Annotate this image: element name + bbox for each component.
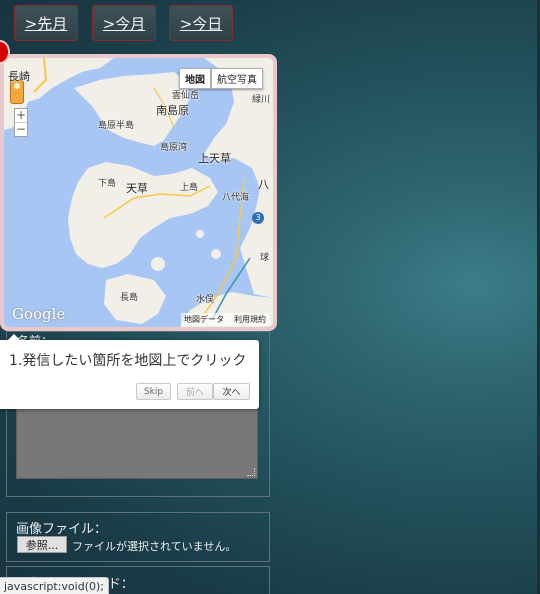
place-label: 緑川 xyxy=(252,95,271,105)
tour-message: 1.発信したい箇所を地図上でクリック xyxy=(9,353,247,369)
place-label: 下島 xyxy=(98,179,117,189)
map-canvas[interactable]: 地図 航空写真 + − 長崎 雲仙岳 南島原 島原半島 島原湾 上天草 緑川 下… xyxy=(4,58,273,327)
place-label: 雲仙岳 xyxy=(172,91,200,101)
file-status-text: ファイルが選択されていません。 xyxy=(72,540,237,553)
place-label: 長島 xyxy=(120,293,139,303)
place-label: 八代海 xyxy=(222,193,250,203)
tour-skip-button[interactable]: Skip xyxy=(136,383,171,400)
browse-file-button[interactable]: 参照... xyxy=(17,536,67,553)
google-logo[interactable]: Google xyxy=(12,305,65,323)
map-footer: 地図データ 利用規約 xyxy=(181,313,269,326)
place-label: 八 xyxy=(258,178,269,191)
today-button[interactable]: >今日 xyxy=(169,5,233,41)
zoom-out-button[interactable]: − xyxy=(15,122,27,136)
status-bar-url: javascript:void(0); xyxy=(0,577,109,594)
place-label: 上天草 xyxy=(198,152,231,165)
terms-link[interactable]: 利用規約 xyxy=(234,314,266,325)
prev-month-button[interactable]: >先月 xyxy=(14,5,78,41)
route-shield-icon: 3 xyxy=(252,212,264,224)
resize-grip-icon[interactable] xyxy=(247,468,255,476)
map-data-link[interactable]: 地図データ xyxy=(184,314,224,325)
place-label: 水俣 xyxy=(196,295,215,305)
place-label: 島原半島 xyxy=(98,121,135,131)
place-label: 南島原 xyxy=(156,104,189,117)
tour-tooltip: 1.発信したい箇所を地図上でクリック Skip 前へ 次へ xyxy=(0,334,259,409)
place-label: 長崎 xyxy=(8,70,30,83)
image-file-label: 画像ファイル： xyxy=(16,522,108,537)
tour-next-button[interactable]: 次へ xyxy=(213,383,250,400)
map-type-satellite-button[interactable]: 航空写真 xyxy=(211,68,263,89)
map-type-control: 地図 航空写真 xyxy=(179,68,263,89)
this-month-button[interactable]: >今月 xyxy=(92,5,156,41)
place-label: 天草 xyxy=(126,182,148,195)
message-textarea[interactable] xyxy=(16,400,258,479)
place-label: 島原湾 xyxy=(160,143,188,153)
place-label: 球 xyxy=(260,253,270,263)
map-type-map-button[interactable]: 地図 xyxy=(179,68,211,89)
zoom-in-button[interactable]: + xyxy=(15,109,27,122)
place-label: 上島 xyxy=(180,183,199,193)
map-panel: 地図 航空写真 + − 長崎 雲仙岳 南島原 島原半島 島原湾 上天草 緑川 下… xyxy=(0,54,277,331)
tour-prev-button[interactable]: 前へ xyxy=(177,383,213,400)
zoom-control: + − xyxy=(14,108,28,137)
